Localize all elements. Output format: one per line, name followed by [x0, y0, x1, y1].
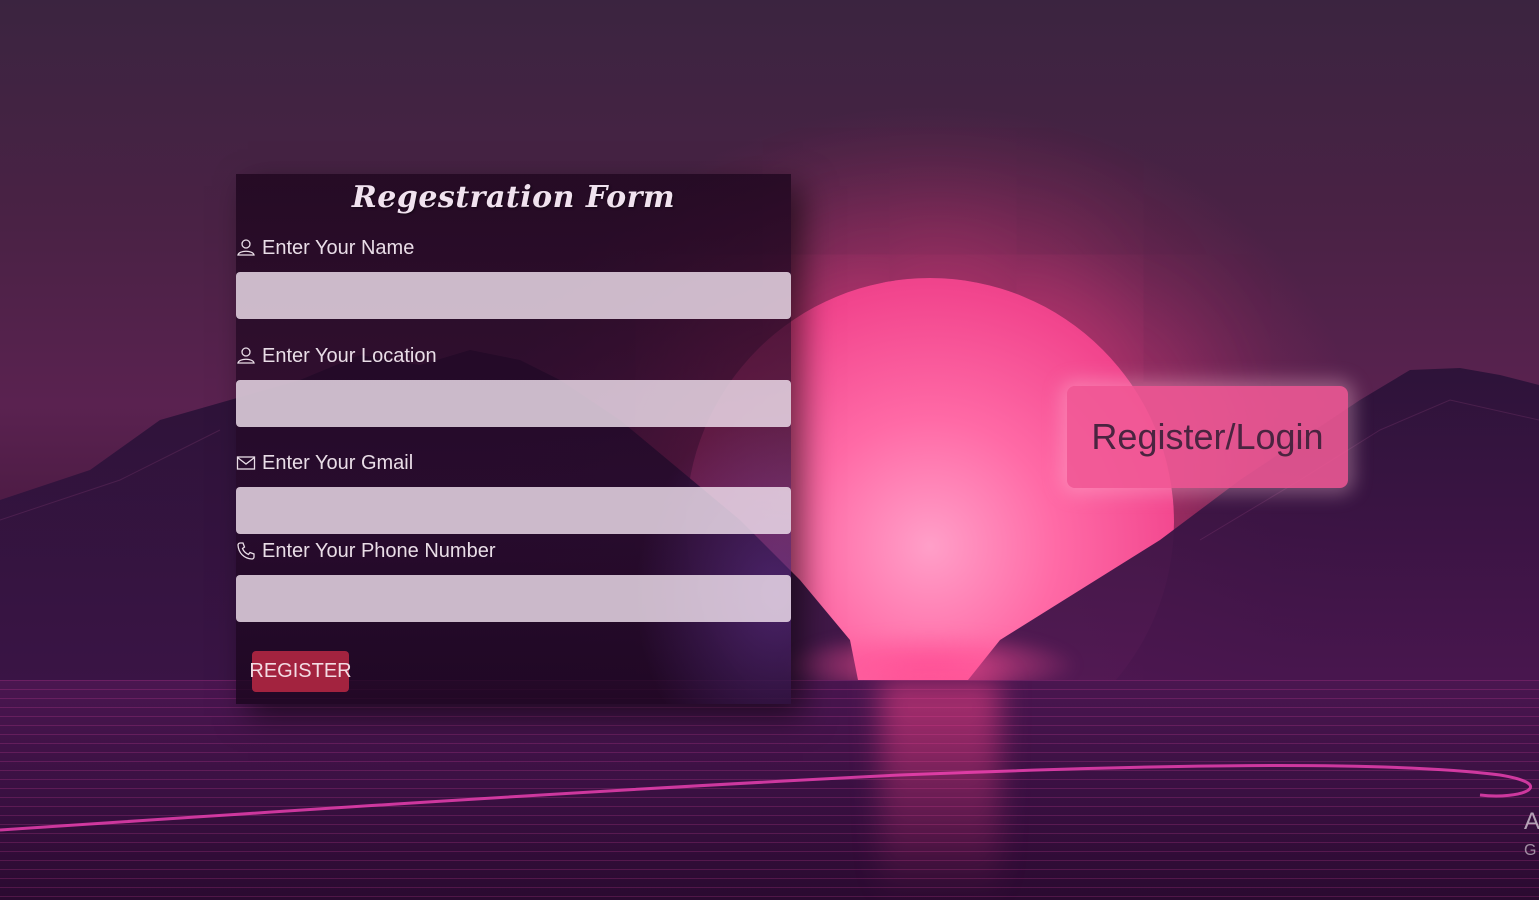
- location-label-text: Enter Your Location: [262, 344, 437, 367]
- name-input[interactable]: [236, 272, 791, 319]
- phone-icon: [236, 541, 256, 561]
- location-input[interactable]: [236, 380, 791, 427]
- mail-icon: [236, 453, 256, 473]
- name-label: Enter Your Name: [236, 236, 414, 260]
- phone-label-text: Enter Your Phone Number: [262, 539, 496, 562]
- user-icon: [236, 346, 256, 366]
- phone-input[interactable]: [236, 575, 791, 622]
- location-label: Enter Your Location: [236, 344, 437, 368]
- register-button[interactable]: REGISTER: [249, 651, 352, 692]
- activate-windows-watermark-subtitle: G: [1524, 842, 1537, 859]
- activate-windows-watermark-title: A: [1524, 808, 1539, 835]
- user-icon: [236, 238, 256, 258]
- gmail-label-text: Enter Your Gmail: [262, 451, 414, 474]
- gmail-input[interactable]: [236, 487, 791, 534]
- name-label-text: Enter Your Name: [262, 236, 415, 259]
- form-title: Regestration Form: [351, 180, 676, 215]
- register-login-button[interactable]: Register/Login: [1067, 386, 1348, 488]
- gmail-label: Enter Your Gmail: [236, 451, 413, 475]
- registration-form: Regestration Form Enter Your Name Enter …: [236, 174, 791, 704]
- phone-label: Enter Your Phone Number: [236, 539, 496, 563]
